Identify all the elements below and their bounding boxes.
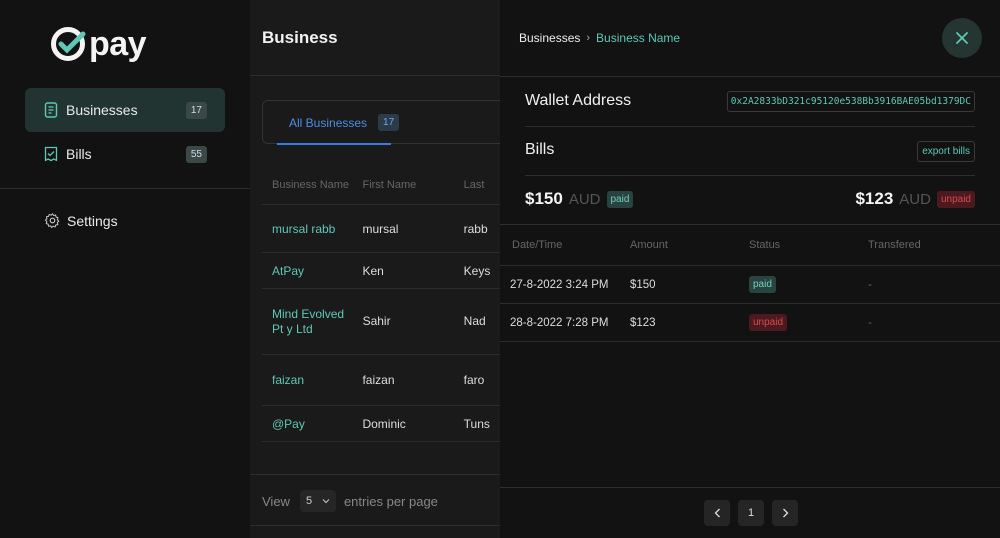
table-row[interactable]: mursal rabb mursal rabb bbox=[262, 205, 522, 253]
page-size-select[interactable]: 5 bbox=[299, 490, 336, 512]
pagination-size: View 5 entries per page bbox=[262, 490, 438, 512]
currency-label: AUD bbox=[899, 190, 931, 208]
divider bbox=[250, 75, 510, 76]
business-name-link[interactable]: AtPay bbox=[262, 264, 362, 278]
divider bbox=[500, 76, 1000, 77]
business-name-link[interactable]: Mind Evolved Pt y Ltd bbox=[262, 307, 363, 337]
table-row[interactable]: 28-8-2022 7:28 PM $123 unpaid - bbox=[500, 304, 1000, 342]
table-header: Business Name First Name Last bbox=[262, 165, 522, 205]
table-row[interactable]: AtPay Ken Keys bbox=[262, 253, 522, 289]
entries-label: entries per page bbox=[343, 493, 438, 509]
business-detail-drawer: Businesses › Business Name Wallet Addres… bbox=[500, 0, 1000, 538]
column-header[interactable]: Status bbox=[749, 239, 868, 251]
tab-label: All Businesses bbox=[289, 115, 368, 130]
column-header[interactable]: Date/Time bbox=[500, 239, 630, 251]
divider bbox=[0, 188, 250, 189]
status-cell: paid bbox=[749, 276, 868, 293]
close-button[interactable] bbox=[942, 18, 982, 58]
business-panel: Business All Businesses 17 Business Name… bbox=[250, 0, 522, 538]
export-bills-button[interactable]: export bills bbox=[917, 141, 975, 162]
receipt-icon bbox=[43, 146, 59, 162]
cell: Ken bbox=[362, 263, 384, 278]
divider bbox=[250, 474, 510, 475]
view-label: View bbox=[262, 493, 290, 509]
wallet-address-value[interactable]: 0x2A2833bD321c95120e538Bb3916BAE05bd1379… bbox=[726, 91, 975, 112]
sidebar-item-label: Businesses bbox=[66, 102, 138, 118]
cell: Dominic bbox=[362, 416, 406, 431]
page-title: Business bbox=[262, 28, 338, 47]
divider bbox=[525, 126, 975, 127]
prev-page-button[interactable] bbox=[704, 500, 730, 526]
chevron-down-icon bbox=[322, 499, 330, 504]
currency-label: AUD bbox=[568, 190, 601, 208]
bills-label: Bills bbox=[525, 141, 555, 158]
sidebar-item-label: Bills bbox=[66, 146, 92, 162]
divider bbox=[250, 525, 510, 526]
status-badge: unpaid bbox=[749, 314, 788, 331]
column-header[interactable]: Amount bbox=[630, 239, 749, 251]
count-badge: 17 bbox=[185, 101, 207, 119]
count-badge: 55 bbox=[185, 145, 207, 163]
active-tab-indicator bbox=[277, 143, 391, 145]
business-name-link[interactable]: faizan bbox=[262, 373, 362, 387]
cell: - bbox=[868, 278, 872, 291]
status-badge: unpaid bbox=[936, 190, 975, 208]
sidebar-item-bills[interactable]: Bills 55 bbox=[25, 132, 225, 176]
sidebar-item-settings[interactable]: Settings bbox=[44, 212, 118, 229]
page-number-button[interactable]: 1 bbox=[738, 500, 764, 526]
cell: 28-8-2022 7:28 PM bbox=[510, 316, 609, 329]
column-header[interactable]: First Name bbox=[362, 179, 463, 191]
at-logo-icon bbox=[51, 27, 86, 61]
sidebar-item-businesses[interactable]: Businesses 17 bbox=[25, 88, 225, 132]
chevron-left-icon bbox=[714, 508, 720, 518]
table-row[interactable]: Mind Evolved Pt y Ltd Sahir Nad bbox=[262, 289, 522, 355]
tabs: All Businesses 17 bbox=[262, 100, 522, 145]
tab-all-businesses[interactable]: All Businesses 17 bbox=[289, 114, 400, 131]
cell: - bbox=[868, 316, 872, 329]
column-header[interactable]: Transfered bbox=[868, 239, 988, 251]
cell: $123 bbox=[630, 316, 656, 329]
cell: mursal bbox=[362, 221, 399, 236]
column-header[interactable]: Business Name bbox=[262, 179, 362, 191]
settings-label: Settings bbox=[67, 212, 118, 229]
amount-value: $150 bbox=[525, 189, 563, 208]
status-badge: paid bbox=[606, 190, 634, 208]
unpaid-total: $123 AUD unpaid bbox=[855, 189, 975, 209]
chevron-right-icon: › bbox=[586, 32, 591, 44]
cell: faizan bbox=[362, 373, 395, 387]
status-badge: paid bbox=[749, 276, 776, 293]
breadcrumb: Businesses › Business Name bbox=[519, 31, 680, 45]
table-row[interactable]: @Pay Dominic Tuns bbox=[262, 406, 522, 442]
count-badge: 17 bbox=[378, 114, 400, 131]
breadcrumb-current: Business Name bbox=[596, 31, 681, 45]
sidebar: pay Businesses 17 Bills 55 Settings bbox=[0, 0, 250, 538]
pagination: 1 bbox=[704, 500, 806, 526]
divider bbox=[500, 487, 1000, 488]
page-size-value: 5 bbox=[305, 495, 313, 507]
divider bbox=[525, 175, 975, 176]
table-row[interactable]: 27-8-2022 3:24 PM $150 paid - bbox=[500, 266, 1000, 304]
logo[interactable]: pay bbox=[50, 24, 147, 64]
business-name-link[interactable]: @Pay bbox=[262, 417, 362, 431]
business-table: Business Name First Name Last mursal rab… bbox=[262, 165, 522, 442]
breadcrumb-businesses[interactable]: Businesses bbox=[519, 31, 580, 45]
chevron-right-icon bbox=[782, 508, 788, 518]
logo-text: pay bbox=[89, 25, 147, 63]
wallet-address-label: Wallet Address bbox=[525, 92, 632, 109]
cell: 27-8-2022 3:24 PM bbox=[510, 278, 609, 291]
business-name-link[interactable]: mursal rabb bbox=[262, 222, 362, 236]
amount-value: $123 bbox=[855, 189, 894, 208]
table-row[interactable]: faizan faizan faro bbox=[262, 355, 522, 406]
cell: Sahir bbox=[362, 314, 391, 328]
document-icon bbox=[43, 102, 59, 118]
next-page-button[interactable] bbox=[772, 500, 798, 526]
gear-icon bbox=[44, 212, 61, 229]
cell: $150 bbox=[630, 278, 656, 291]
paid-total: $150 AUD paid bbox=[525, 189, 634, 209]
sidebar-nav: Businesses 17 Bills 55 bbox=[25, 88, 225, 176]
bills-table-header: Date/Time Amount Status Transfered bbox=[500, 225, 1000, 266]
close-icon bbox=[956, 32, 968, 44]
status-cell: unpaid bbox=[749, 314, 868, 331]
